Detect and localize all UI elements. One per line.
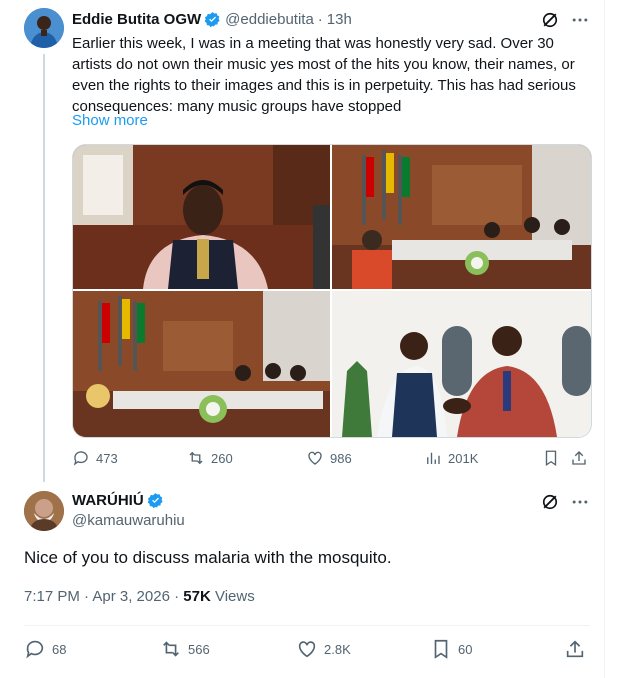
timestamp[interactable]: 13h [327,11,352,28]
like-count: 2.8K [324,641,351,657]
bookmark-icon [430,638,452,660]
retweet-count: 260 [211,450,233,466]
verified-badge-icon [147,492,164,509]
handle[interactable]: @eddiebutita [225,11,314,28]
bookmark-icon [542,449,560,467]
reply-button[interactable]: 473 [72,449,118,467]
photo-4[interactable] [332,291,591,437]
tweet-top-actions [540,10,590,30]
tweet-actions: 473 260 986 201K [72,449,592,469]
tweet-header: Eddie Butita OGW @eddiebutita · 13h [72,11,352,28]
reply-icon [24,638,46,660]
views-label: Views [210,588,255,605]
bookmark-button[interactable] [542,449,560,467]
photo-2[interactable] [332,145,591,289]
like-button[interactable]: 986 [306,449,352,467]
reply-count: 68 [52,641,67,657]
reply-actions: 68 566 2.8K 60 [24,638,594,662]
reply-header: WARÚHIÚ @kamauwaruhiu [72,492,185,529]
display-name[interactable]: Eddie Butita OGW [72,11,201,28]
display-name[interactable]: WARÚHIÚ [72,492,144,509]
tweet-text: Earlier this week, I was in a meeting th… [72,35,576,115]
share-button[interactable] [570,449,588,467]
divider [24,625,590,626]
grok-icon[interactable] [540,10,560,30]
media-grid [72,144,592,438]
more-icon[interactable] [570,10,590,30]
post-timestamp[interactable]: 7:17 PM · Apr 3, 2026 · [24,588,183,605]
share-icon [564,638,586,660]
views-count: 57K [183,588,211,605]
reply-count: 473 [96,450,118,466]
more-icon[interactable] [570,492,590,512]
reply-icon [72,449,90,467]
heart-icon [296,638,318,660]
avatar[interactable] [24,8,64,48]
heart-icon [306,449,324,467]
reply-button[interactable]: 68 [24,638,66,660]
separator: · [317,11,323,28]
bookmark-count: 60 [458,641,473,657]
grok-icon[interactable] [540,492,560,512]
retweet-count: 566 [188,641,210,657]
like-button[interactable]: 2.8K [296,638,351,660]
reply-text: Nice of you to discuss malaria with the … [24,548,392,567]
verified-badge-icon [204,11,221,28]
retweet-icon [187,449,205,467]
views-icon [424,449,442,467]
bookmark-button[interactable]: 60 [430,638,472,660]
avatar[interactable] [24,491,64,531]
thread-connector [43,54,45,482]
photo-3[interactable] [73,291,330,437]
photo-1[interactable] [73,145,330,289]
show-more-link[interactable]: Show more [72,112,148,129]
retweet-button[interactable]: 260 [187,449,233,467]
tweet-meta: 7:17 PM · Apr 3, 2026 · 57K Views [24,588,255,605]
view-count: 201K [448,450,479,466]
views-button[interactable]: 201K [424,449,478,467]
share-button[interactable] [564,638,586,660]
share-icon [570,449,588,467]
handle[interactable]: @kamauwaruhiu [72,512,185,529]
retweet-icon [160,638,182,660]
retweet-button[interactable]: 566 [160,638,210,660]
reply-top-actions [540,492,590,512]
like-count: 986 [330,450,352,466]
